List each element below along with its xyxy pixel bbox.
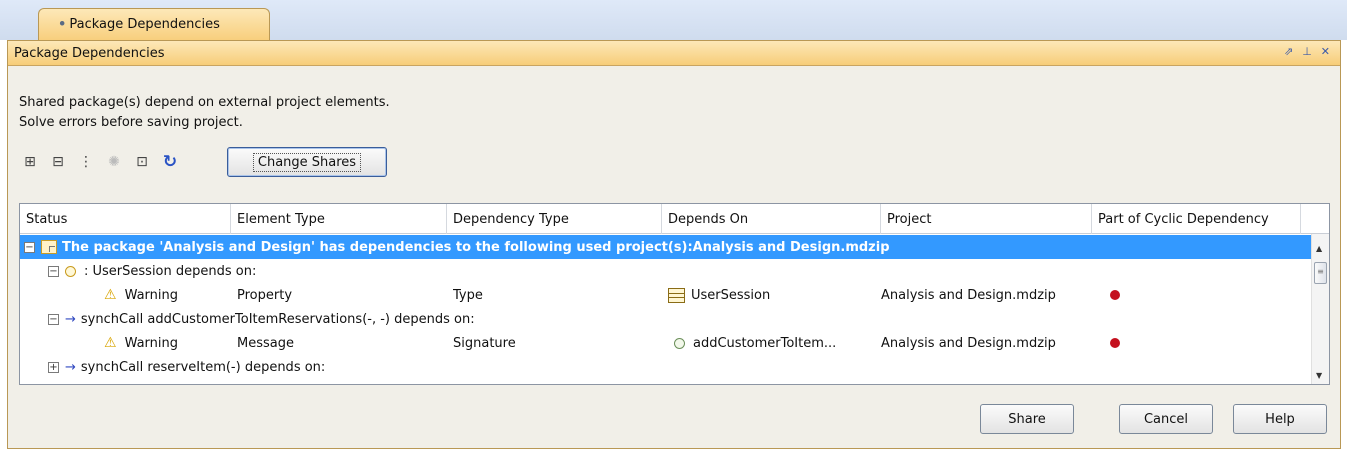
toolbar: ⊞ ⊟ ⋮ ✺ ⊡ ↻ Change Shares	[19, 147, 387, 177]
change-shares-button[interactable]: Change Shares	[227, 147, 387, 177]
change-shares-label: Change Shares	[252, 152, 362, 172]
tree-row-label: : UserSession depends on:	[84, 263, 257, 279]
package-icon	[41, 240, 57, 254]
window-title: Package Dependencies	[14, 45, 165, 61]
close-icon[interactable]: ✕	[1321, 45, 1330, 58]
dependency-type-cell: Signature	[453, 335, 516, 351]
tab-strip: ꔷ Package Dependencies	[0, 0, 1347, 40]
tab-package-dependencies[interactable]: ꔷ Package Dependencies	[38, 8, 270, 40]
share-button[interactable]: Share	[980, 404, 1074, 434]
cyclic-dependency-dot	[1110, 338, 1120, 348]
signal-icon	[674, 337, 685, 349]
status-text: Warning	[124, 287, 179, 303]
select-in-tree-icon[interactable]: ⊡	[131, 151, 153, 173]
expand-icon[interactable]: ⋮	[75, 151, 97, 173]
collapse-all-icon[interactable]: ⊟	[47, 151, 69, 173]
package-dependencies-window: Package Dependencies ⇗ ⊥ ✕ Shared packag…	[7, 40, 1341, 449]
tree-row-label: synchCall addCustomerToItemReservations(…	[80, 311, 475, 327]
status-text: Warning	[124, 335, 179, 351]
table-row[interactable]: ⚠ Warning Message Signature addCustomerT…	[20, 331, 1312, 355]
group-label: The package 'Analysis and Design' has de…	[62, 239, 890, 255]
cancel-button[interactable]: Cancel	[1119, 404, 1213, 434]
column-cyclic[interactable]: Part of Cyclic Dependency	[1092, 204, 1301, 234]
class-icon	[668, 287, 685, 303]
info-message: Shared package(s) depend on external pro…	[19, 93, 390, 133]
project-cell: Analysis and Design.mdzip	[881, 287, 1056, 303]
warning-icon: ⚠	[104, 287, 117, 303]
tree-row-label: synchCall reserveItem(-) depends on:	[80, 359, 326, 375]
warning-icon: ⚠	[104, 335, 117, 351]
column-dependency-type[interactable]: Dependency Type	[447, 204, 662, 234]
cyclic-dependency-dot	[1110, 290, 1120, 300]
vertical-scrollbar[interactable]: ▲ ≡ ▼	[1311, 234, 1329, 384]
collapse-toggle-icon[interactable]: −	[24, 241, 35, 253]
expand-all-icon[interactable]: ⊞	[19, 151, 41, 173]
column-project[interactable]: Project	[881, 204, 1092, 234]
synch-call-icon: →	[65, 359, 76, 375]
refresh-icon[interactable]: ↻	[159, 151, 181, 173]
help-button[interactable]: Help	[1233, 404, 1327, 434]
table-row[interactable]: ⚠ Warning Property Type UserSession Anal…	[20, 283, 1312, 307]
scroll-thumb[interactable]: ≡	[1314, 262, 1327, 284]
message-line-1: Shared package(s) depend on external pro…	[19, 95, 390, 110]
scroll-up-icon[interactable]: ▲	[1316, 244, 1322, 253]
tree-row[interactable]: − → synchCall addCustomerToItemReservati…	[20, 307, 1312, 331]
column-element-type[interactable]: Element Type	[231, 204, 447, 234]
depends-on-cell: UserSession	[691, 287, 771, 303]
collapse-toggle-icon[interactable]: −	[48, 265, 59, 277]
tree-row[interactable]: − : UserSession depends on:	[20, 259, 1312, 283]
message-line-2: Solve errors before saving project.	[19, 115, 243, 130]
lightbulb-icon[interactable]: ✺	[103, 151, 125, 173]
synch-call-icon: →	[65, 311, 76, 327]
dependency-type-cell: Type	[453, 287, 483, 303]
column-depends-on[interactable]: Depends On	[662, 204, 881, 234]
instance-icon	[65, 265, 76, 277]
restore-icon[interactable]: ⇗	[1284, 45, 1293, 58]
tab-label: Package Dependencies	[69, 17, 220, 32]
column-status[interactable]: Status	[20, 204, 231, 234]
scroll-down-icon[interactable]: ▼	[1316, 371, 1322, 380]
group-row[interactable]: − The package 'Analysis and Design' has …	[20, 235, 1312, 259]
depends-on-cell: addCustomerToItem...	[693, 335, 837, 351]
title-bar: Package Dependencies ⇗ ⊥ ✕	[8, 41, 1340, 66]
pin-icon[interactable]: ⊥	[1302, 45, 1312, 58]
element-type-cell: Property	[237, 287, 293, 303]
collapse-toggle-icon[interactable]: −	[48, 313, 59, 325]
project-cell: Analysis and Design.mdzip	[881, 335, 1056, 351]
tree-row[interactable]: + → synchCall reserveItem(-) depends on:	[20, 355, 1312, 379]
table-header: Status Element Type Dependency Type Depe…	[20, 204, 1329, 234]
expand-toggle-icon[interactable]: +	[48, 361, 59, 373]
element-type-cell: Message	[237, 335, 294, 351]
dependencies-table: Status Element Type Dependency Type Depe…	[19, 203, 1330, 385]
package-dependencies-icon: ꔷ	[59, 17, 66, 32]
